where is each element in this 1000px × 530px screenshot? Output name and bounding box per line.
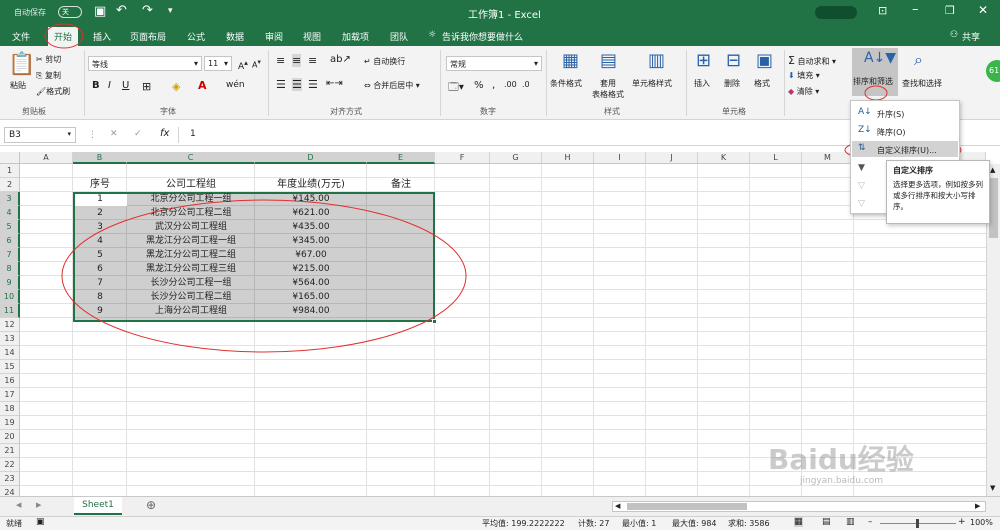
table-cell[interactable]: ¥984.00 <box>255 304 367 318</box>
zoom-slider-thumb[interactable] <box>916 519 919 528</box>
reapply-icon: ▽ <box>858 199 865 209</box>
add-sheet-icon[interactable]: ⊕ <box>146 498 156 512</box>
annotation-home-tab <box>44 23 84 49</box>
next-sheet-icon[interactable]: ▶ <box>36 501 41 509</box>
zoom-in-icon[interactable]: + <box>958 517 966 527</box>
table-cell[interactable]: 3 <box>73 220 127 234</box>
normal-view-icon[interactable]: ▦ <box>794 517 803 527</box>
page-layout-view-icon[interactable]: ▤ <box>822 517 831 527</box>
table-cell[interactable]: 1 <box>73 192 127 206</box>
table-cell[interactable]: ¥564.00 <box>255 276 367 290</box>
sort-desc-icon: Z↓ <box>858 125 872 135</box>
table-cell[interactable]: ¥621.00 <box>255 206 367 220</box>
table-cell[interactable]: 上海分公司工程组 <box>127 304 255 318</box>
table-cell[interactable]: 长沙分公司工程一组 <box>127 276 255 290</box>
table-header-cell[interactable]: 序号 <box>73 178 127 192</box>
table-cell[interactable]: ¥435.00 <box>255 220 367 234</box>
table-cell[interactable]: 北京分公司工程二组 <box>127 206 255 220</box>
status-count: 计数: 27 <box>578 519 610 528</box>
zoom-level[interactable]: 100% <box>970 518 993 527</box>
table-cell[interactable]: 5 <box>73 248 127 262</box>
table-cell[interactable]: 北京分公司工程一组 <box>127 192 255 206</box>
status-ready: 就绪 <box>6 519 22 528</box>
clear-filter-icon: ▽ <box>858 181 865 191</box>
table-cell[interactable]: 长沙分公司工程二组 <box>127 290 255 304</box>
scroll-left-icon[interactable]: ◀ <box>615 502 620 510</box>
status-min: 最小值: 1 <box>622 519 657 528</box>
sheet-bar: ◀ ▶ Sheet1 ⊕ ◀ ▶ <box>0 496 1000 516</box>
sort-asc-icon: A↓ <box>858 107 872 117</box>
table-cell[interactable]: 8 <box>73 290 127 304</box>
table-cell[interactable]: ¥345.00 <box>255 234 367 248</box>
table-header-cell[interactable]: 公司工程组 <box>127 178 255 192</box>
table-cell[interactable]: 黑龙江分公司工程一组 <box>127 234 255 248</box>
table-cell[interactable]: 6 <box>73 262 127 276</box>
table-cell[interactable]: 9 <box>73 304 127 318</box>
table-cell[interactable]: 4 <box>73 234 127 248</box>
tooltip-body: 选择更多选项，例如按多列或多行排序和按大小写排序。 <box>893 180 983 211</box>
table-cell[interactable]: 7 <box>73 276 127 290</box>
page-break-view-icon[interactable]: ▥ <box>846 517 855 527</box>
table-cell[interactable]: 武汉分公司工程组 <box>127 220 255 234</box>
status-sum: 求和: 3586 <box>728 519 770 528</box>
table-cell[interactable]: 黑龙江分公司工程三组 <box>127 262 255 276</box>
zoom-out-icon[interactable]: – <box>868 517 873 527</box>
horizontal-scrollbar[interactable]: ◀ ▶ <box>612 501 986 512</box>
tooltip-title: 自定义排序 <box>893 166 933 175</box>
menu-custom-sort[interactable]: 自定义排序(U)... <box>877 145 937 156</box>
table-cell[interactable]: ¥215.00 <box>255 262 367 276</box>
menu-sort-ascending[interactable]: 升序(S) <box>877 109 904 120</box>
custom-sort-icon: ⇅ <box>858 143 866 153</box>
menu-sort-descending[interactable]: 降序(O) <box>877 127 906 138</box>
table-cell[interactable]: 黑龙江分公司工程二组 <box>127 248 255 262</box>
table-cell[interactable]: ¥165.00 <box>255 290 367 304</box>
custom-sort-tooltip: 自定义排序 选择更多选项，例如按多列或多行排序和按大小写排序。 <box>886 160 990 224</box>
annotation-sort-dropdown <box>864 85 888 101</box>
filter-icon: ▼ <box>858 163 865 173</box>
status-max: 最大值: 984 <box>672 519 717 528</box>
scroll-right-icon[interactable]: ▶ <box>975 502 980 510</box>
macro-record-icon[interactable]: ▣ <box>36 517 45 527</box>
table-cell[interactable]: ¥145.00 <box>255 192 367 206</box>
table-header-cell[interactable]: 年度业绩(万元) <box>255 178 367 192</box>
table-header-cell[interactable]: 备注 <box>367 178 435 192</box>
prev-sheet-icon[interactable]: ◀ <box>16 501 21 509</box>
table-cell[interactable]: ¥67.00 <box>255 248 367 262</box>
sheet-tab-sheet1[interactable]: Sheet1 <box>74 497 122 515</box>
status-average: 平均值: 199.2222222 <box>482 519 565 528</box>
h-scroll-thumb[interactable] <box>627 503 747 510</box>
status-bar: 就绪 ▣ 平均值: 199.2222222 计数: 27 最小值: 1 最大值:… <box>0 516 1000 530</box>
table-cell[interactable]: 2 <box>73 206 127 220</box>
